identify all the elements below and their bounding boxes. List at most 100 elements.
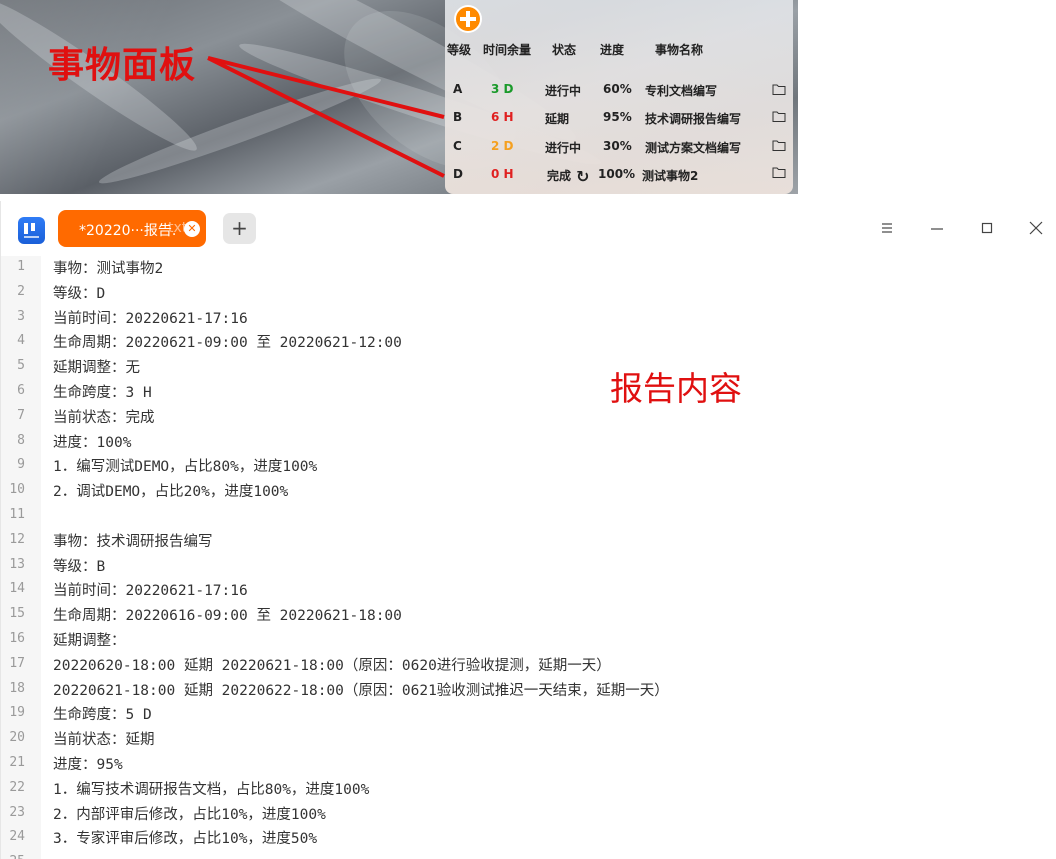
line-number: 21 (9, 755, 25, 770)
text-line[interactable]: 1 事物：测试事物2 (1, 256, 1056, 281)
menu-icon[interactable] (876, 217, 898, 239)
line-text: 1．编写技术调研报告文档，占比80%，进度100% (53, 781, 370, 798)
line-number: 15 (9, 606, 25, 622)
folder-icon[interactable] (772, 84, 786, 95)
task-progress: 95% (603, 110, 632, 124)
task-time-left: 0 H (491, 167, 514, 181)
line-text: 2．内部评审后修改，占比10%，进度100% (53, 806, 326, 823)
text-content-area[interactable]: 1 事物：测试事物2 2 等级：D 3 当前时间：20220621-17:16 4 生命周期：… (1, 256, 1056, 859)
folder-icon[interactable] (772, 140, 786, 151)
text-line[interactable]: 6 生命跨度：3 H (1, 380, 1056, 405)
text-editor-window: *20220···报告. txt ✕ + 1 事物：测试事物2 2 等级：D 3 当前时间… (0, 201, 1056, 859)
text-line[interactable]: 3 当前时间：20220621-17:16 (1, 306, 1056, 331)
task-status: 进行中 (545, 141, 582, 155)
line-number: 6 (17, 383, 25, 398)
line-text: 事物：技术调研报告编写 (53, 533, 213, 550)
line-number: 9 (17, 457, 25, 473)
close-icon[interactable] (1025, 217, 1047, 239)
line-number: 5 (17, 358, 25, 374)
refresh-icon[interactable]: ↻ (576, 167, 589, 186)
desktop-blank-area (798, 0, 1056, 194)
task-progress: 100% (598, 167, 636, 181)
text-line[interactable]: 12 事物：技术调研报告编写 (1, 529, 1056, 554)
task-level: D (453, 167, 463, 181)
line-number: 25 (1, 854, 25, 859)
text-line[interactable]: 11 (1, 504, 1056, 529)
minimize-icon[interactable] (926, 217, 948, 239)
new-tab-button[interactable]: + (223, 213, 256, 244)
text-line[interactable]: 19 生命跨度：5 D (1, 702, 1056, 727)
plus-circle-icon (456, 7, 480, 31)
task-status: 进行中 (545, 84, 582, 98)
task-level: C (453, 139, 462, 153)
task-progress: 60% (603, 82, 632, 96)
line-text: 当前状态：完成 (53, 409, 155, 426)
text-line[interactable]: 2 等级：D (1, 281, 1056, 306)
line-text: 20220621-18:00 延期 20220622-18:00（原因：0621… (53, 682, 669, 699)
line-text: 1．编写测试DEMO，占比80%，进度100% (53, 459, 318, 476)
header-level: 等级 (447, 43, 472, 57)
text-line[interactable]: 4 生命周期：20220621-09:00 至 20220621-12:00 (1, 330, 1056, 355)
folder-icon[interactable] (772, 167, 786, 178)
line-number: 1 (17, 259, 25, 274)
text-line[interactable]: 23 2．内部评审后修改，占比10%，进度100% (1, 802, 1056, 827)
text-editor-app-icon (18, 217, 45, 244)
line-number: 18 (9, 680, 25, 696)
line-number: 10 (9, 482, 25, 498)
task-level: B (453, 110, 463, 124)
task-name: 专利文档编写 (645, 84, 718, 98)
line-number: 16 (9, 631, 25, 646)
line-text: 等级：D (53, 285, 106, 302)
text-line[interactable]: 14 当前时间：20220621-17:16 (1, 578, 1056, 603)
text-line[interactable]: 24 3．专家评审后修改，占比10%，进度50% (1, 826, 1056, 851)
line-text: 当前时间：20220621-17:16 (53, 310, 248, 327)
header-status: 状态 (552, 43, 577, 57)
task-name: 技术调研报告编写 (645, 112, 742, 126)
line-text: 生命跨度：5 D (53, 707, 152, 724)
header-time: 时间余量 (483, 43, 532, 57)
tab-close-icon[interactable]: ✕ (184, 221, 200, 237)
text-line[interactable]: 9 1．编写测试DEMO，占比80%，进度100% (1, 454, 1056, 479)
text-line[interactable]: 5 延期调整：无 (1, 355, 1056, 380)
line-text: 延期调整：无 (53, 360, 140, 377)
document-tab[interactable]: *20220···报告. txt ✕ (58, 210, 206, 247)
line-text: 事物：测试事物2 (53, 261, 164, 277)
line-number: 20 (9, 730, 25, 746)
text-line[interactable]: 16 延期调整： (1, 628, 1056, 653)
maximize-icon[interactable] (976, 217, 998, 239)
line-number: 24 (9, 829, 25, 845)
line-text: 进度：95% (53, 757, 123, 773)
task-name: 测试事物2 (642, 169, 699, 183)
line-text: 等级：B (53, 558, 106, 575)
add-task-button[interactable] (454, 5, 482, 33)
folder-icon[interactable] (772, 111, 786, 122)
task-progress: 30% (603, 139, 632, 153)
text-line[interactable]: 17 20220620-18:00 延期 20220621-18:00（原因：06… (1, 653, 1056, 678)
text-line[interactable]: 20 当前状态：延期 (1, 727, 1056, 752)
task-level: A (453, 82, 463, 96)
line-text: 当前时间：20220621-17:16 (53, 583, 248, 600)
line-text: 进度：100% (53, 434, 132, 451)
task-row[interactable]: D 0 H 完成 ↻ 100% 测试事物2 (445, 161, 793, 187)
text-line[interactable]: 22 1．编写技术调研报告文档，占比80%，进度100% (1, 777, 1056, 802)
task-time-left: 3 D (491, 82, 514, 96)
task-row[interactable]: A 3 D 进行中 60% 专利文档编写 (445, 76, 793, 102)
task-row[interactable]: B 6 H 延期 95% 技术调研报告编写 (445, 104, 793, 130)
line-number: 4 (17, 333, 25, 349)
text-line[interactable]: 10 2．调试DEMO，占比20%，进度100% (1, 479, 1056, 504)
line-number: 14 (9, 581, 25, 597)
line-number: 3 (17, 308, 25, 324)
text-line[interactable]: 15 生命周期：20220616-09:00 至 20220621-18:00 (1, 603, 1056, 628)
line-text: 生命周期：20220616-09:00 至 20220621-18:00 (53, 608, 402, 625)
text-line[interactable]: 13 等级：B (1, 554, 1056, 579)
text-line[interactable]: 25 (1, 851, 1056, 859)
header-name: 事物名称 (655, 43, 704, 57)
task-status: 延期 (545, 112, 570, 126)
text-line[interactable]: 7 当前状态：完成 (1, 405, 1056, 430)
line-number: 17 (9, 655, 25, 671)
text-line[interactable]: 8 进度：100% (1, 430, 1056, 455)
text-line[interactable]: 18 20220621-18:00 延期 20220622-18:00（原因：06… (1, 678, 1056, 703)
task-row[interactable]: C 2 D 进行中 30% 测试方案文档编写 (445, 133, 793, 159)
task-time-left: 2 D (491, 139, 514, 153)
text-line[interactable]: 21 进度：95% (1, 752, 1056, 777)
